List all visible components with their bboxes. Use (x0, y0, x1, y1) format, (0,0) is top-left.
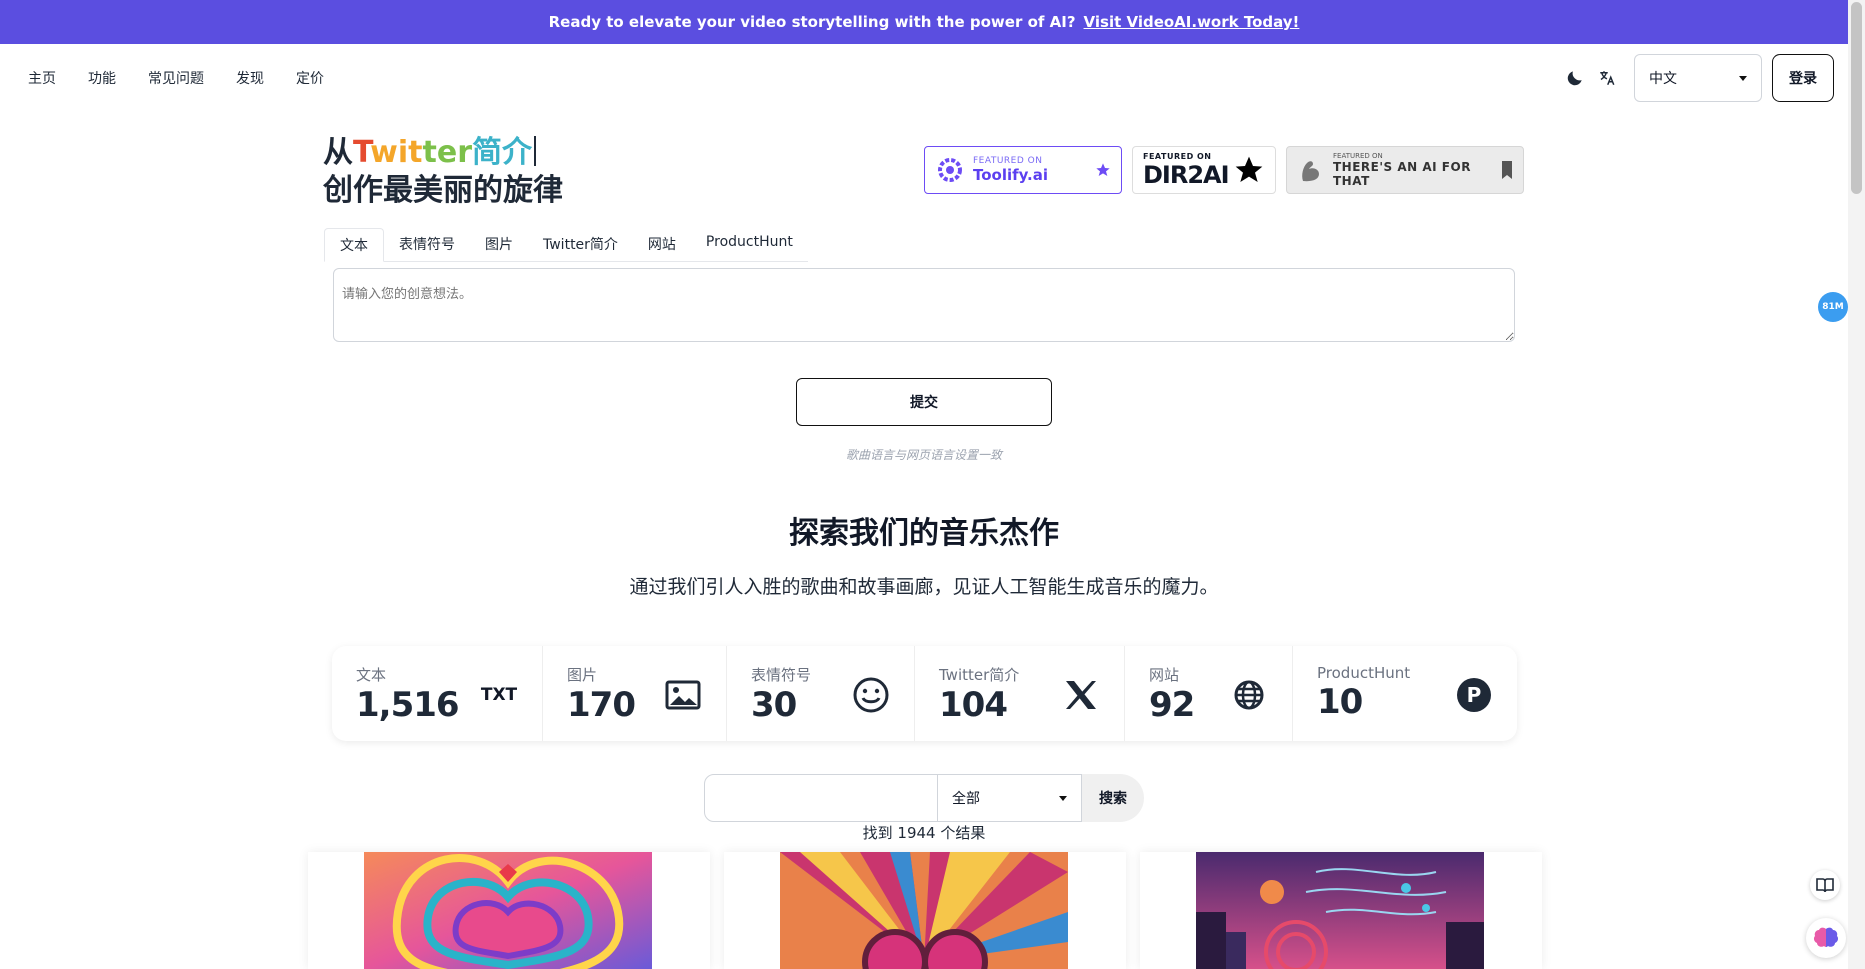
producthunt-icon: P (1455, 676, 1493, 714)
section-title: 探索我们的音乐杰作 (789, 516, 1059, 551)
category-value: 全部 (952, 791, 980, 807)
txt-icon-label: TXT (480, 685, 518, 705)
search-button[interactable]: 搜索 (1082, 774, 1144, 822)
language-select[interactable]: 中文 (1634, 54, 1762, 102)
hero-highlight-3: ter (422, 135, 472, 170)
dir2ai-small: FEATURED ON (1143, 151, 1212, 161)
language-note: 歌曲语言与网页语言设置一致 (845, 448, 1002, 462)
submit-button[interactable]: 提交 (796, 378, 1052, 426)
nav-features[interactable]: 功能 (88, 68, 116, 88)
stat-emoji[interactable]: 表情符号 30 (727, 646, 915, 741)
smiley-icon (852, 676, 890, 714)
nav-faq[interactable]: 常见问题 (148, 68, 204, 88)
chevron-down-icon (1059, 795, 1067, 801)
tab-twitter[interactable]: Twitter简介 (528, 228, 633, 262)
stat-text[interactable]: 文本 1,516 TXT (332, 646, 543, 741)
arm-icon (1302, 161, 1319, 182)
dir2ai-badge[interactable]: FEATURED ON DIR2AI (1132, 146, 1276, 194)
hero-title: 从Twitter简介 创作最美丽的旋律 (323, 134, 563, 210)
brain-icon[interactable] (1806, 918, 1846, 958)
banner-text: Ready to elevate your video storytelling… (548, 13, 1076, 31)
star-icon (1235, 156, 1263, 182)
featured-badges: FEATURED ON Toolify.ai FEATURED ON DIR2A… (924, 146, 1524, 194)
scroll-thumb[interactable] (1851, 2, 1862, 194)
theresanai-small: FEATURED ON (1333, 152, 1383, 160)
theresanai-badge[interactable]: FEATURED ON THERE'S AN AI FOR THAT (1286, 146, 1524, 194)
input-type-tabs: 文本 表情符号 图片 Twitter简介 网站 ProductHunt (324, 228, 808, 262)
top-banner: Ready to elevate your video storytelling… (0, 0, 1848, 44)
hero-prefix: 从 (323, 135, 353, 170)
toolify-big: Toolify.ai (973, 166, 1049, 184)
tab-producthunt[interactable]: ProductHunt (690, 228, 808, 262)
login-button[interactable]: 登录 (1772, 54, 1834, 102)
star-icon (1096, 163, 1110, 176)
translate-icon[interactable] (1596, 67, 1618, 89)
tab-text[interactable]: 文本 (324, 228, 384, 262)
memory-badge[interactable]: 81M (1818, 292, 1848, 322)
nav-pricing[interactable]: 定价 (296, 68, 324, 88)
chevron-down-icon (1739, 75, 1747, 81)
section-subtitle: 通过我们引人入胜的歌曲和故事画廊，见证人工智能生成音乐的魔力。 (629, 576, 1219, 598)
toolify-badge[interactable]: FEATURED ON Toolify.ai (924, 146, 1122, 194)
song-cover-image[interactable] (1196, 852, 1484, 969)
search-bar: 全部 搜索 (704, 774, 1144, 822)
tab-website[interactable]: 网站 (632, 228, 691, 262)
tab-image[interactable]: 图片 (470, 228, 528, 262)
banner-link[interactable]: Visit VideoAI.work Today! (1084, 13, 1300, 31)
producthunt-icon-label: P (1457, 678, 1491, 712)
language-value: 中文 (1649, 71, 1677, 87)
moon-icon[interactable] (1564, 67, 1586, 89)
bookmark-icon (1502, 161, 1512, 179)
song-cover-image[interactable] (364, 852, 652, 969)
dir2ai-big: DIR2AI (1143, 160, 1230, 189)
tab-emoji[interactable]: 表情符号 (384, 228, 470, 262)
song-card[interactable] (308, 852, 710, 969)
nav-discover[interactable]: 发现 (236, 68, 264, 88)
hero-highlight-4: 简介 (472, 135, 532, 170)
category-select[interactable]: 全部 (938, 774, 1082, 822)
book-icon[interactable] (1810, 870, 1840, 900)
globe-icon (1230, 676, 1268, 714)
result-count: 找到 1944 个结果 (862, 824, 986, 842)
song-card[interactable] (724, 852, 1126, 969)
stat-twitter[interactable]: Twitter简介 104 (915, 646, 1125, 741)
page-scrollbar[interactable] (1848, 0, 1865, 969)
song-card[interactable] (1140, 852, 1542, 969)
hero-highlight-2: wit (370, 135, 423, 170)
theresanai-big: THERE'S AN AI FOR THAT (1333, 160, 1471, 188)
toolify-small: FEATURED ON (973, 156, 1043, 166)
search-input[interactable] (704, 774, 938, 822)
hero-line-1: 从Twitter简介 (323, 134, 563, 172)
nav-right: 中文 登录 (1564, 54, 1834, 102)
hero-highlight-1: T (353, 135, 371, 170)
toolify-logo-icon (938, 158, 962, 182)
x-icon (1062, 676, 1100, 714)
nav-links: 主页 功能 常见问题 发现 定价 (28, 68, 324, 88)
navbar: 主页 功能 常见问题 发现 定价 中文 登录 (0, 44, 1848, 112)
nav-home[interactable]: 主页 (28, 68, 56, 88)
stat-image[interactable]: 图片 170 (543, 646, 727, 741)
stat-producthunt[interactable]: ProductHunt 10 P (1293, 646, 1517, 741)
idea-input[interactable] (333, 268, 1515, 342)
image-icon (664, 676, 702, 714)
typing-cursor (534, 136, 536, 166)
stats-bar: 文本 1,516 TXT 图片 170 表情符号 30 Twitter简介 10… (332, 646, 1517, 741)
song-cover-image[interactable] (780, 852, 1068, 969)
hero-line-2: 创作最美丽的旋律 (323, 173, 563, 208)
txt-icon: TXT (480, 676, 518, 714)
stat-website[interactable]: 网站 92 (1125, 646, 1293, 741)
